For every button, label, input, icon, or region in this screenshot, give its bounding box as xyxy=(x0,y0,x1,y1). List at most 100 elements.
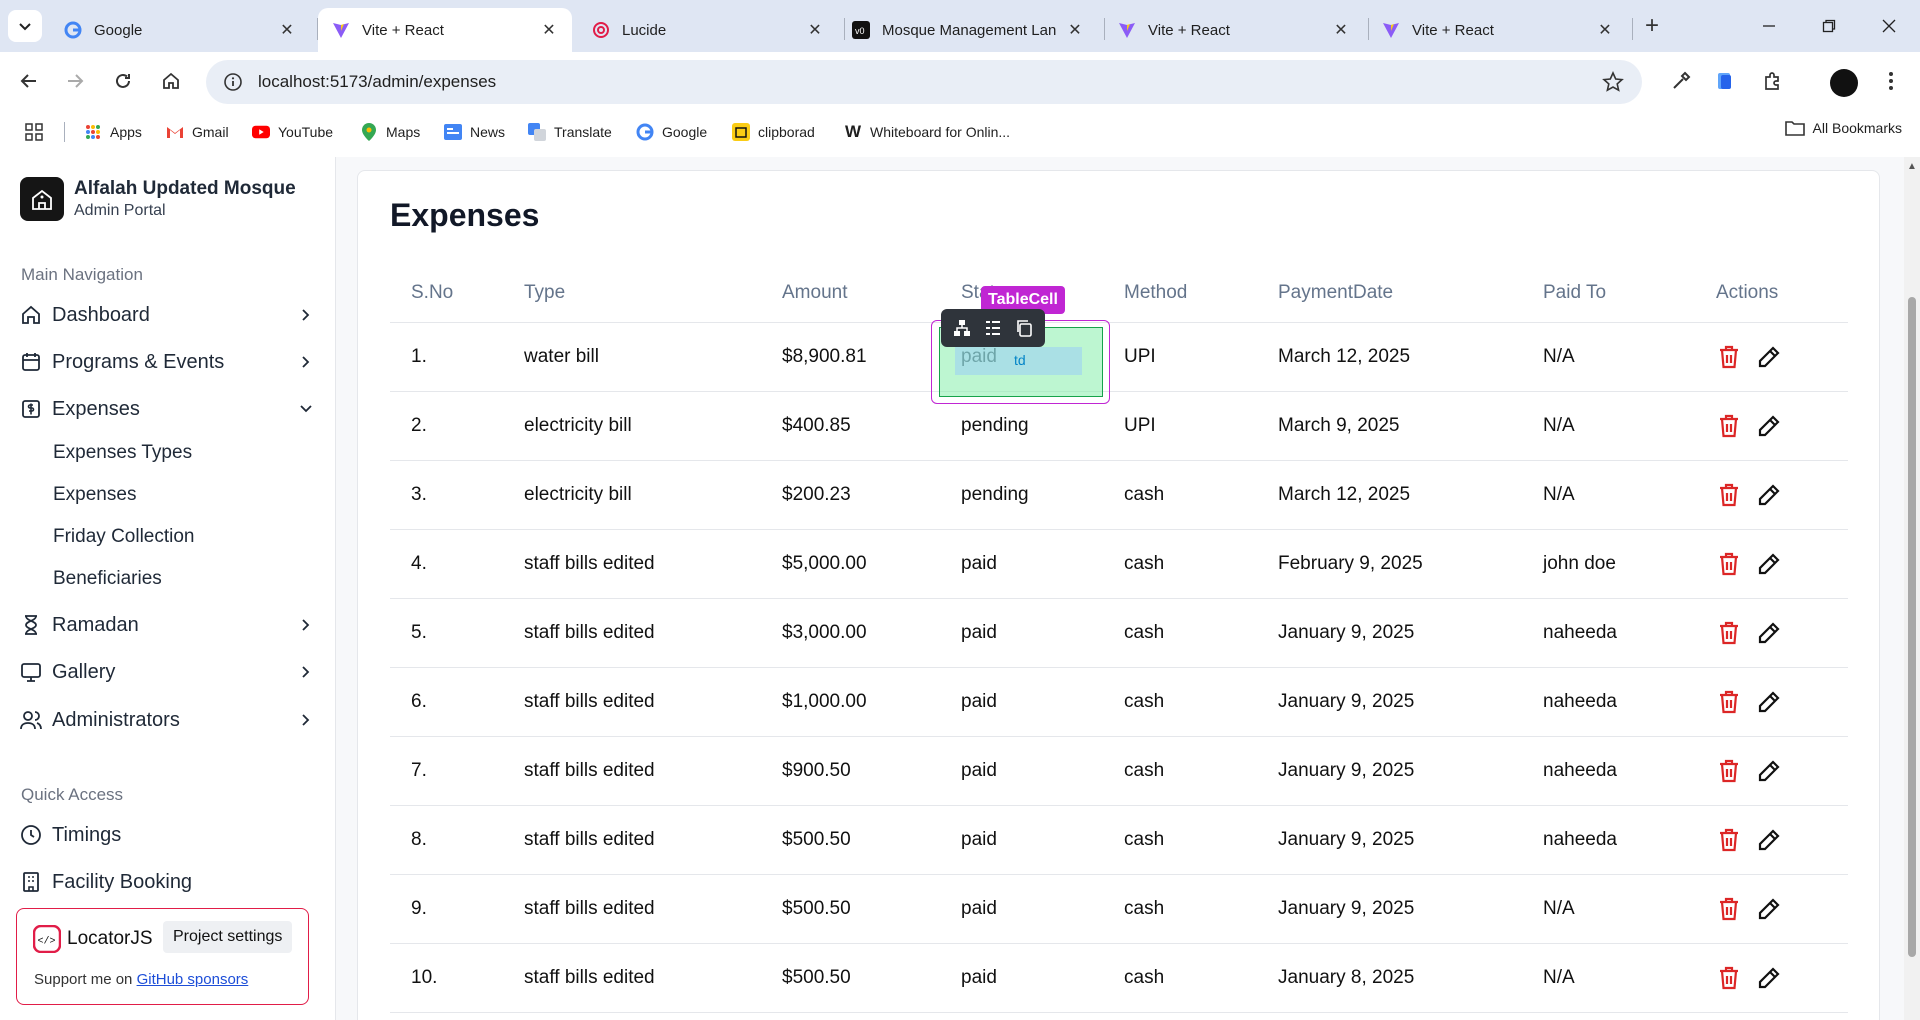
new-tab-plus-icon[interactable]: + xyxy=(1638,12,1666,40)
reload-icon[interactable] xyxy=(106,64,140,98)
bookmark-clipborad[interactable]: clipborad xyxy=(732,120,815,144)
delete-trash-icon[interactable] xyxy=(1716,896,1742,922)
main-navigation-label: Main Navigation xyxy=(21,265,143,284)
sidebar-item-ramadan[interactable]: Ramadan xyxy=(20,607,316,643)
edit-pencil-icon[interactable] xyxy=(1756,482,1782,508)
cell-status: paid xyxy=(940,805,1103,875)
brand[interactable]: Alfalah Updated Mosque Admin Portal xyxy=(20,177,296,221)
apps-grid-icon[interactable] xyxy=(24,120,44,144)
tab-vite-react-2[interactable]: Vite + React ✕ xyxy=(1104,8,1364,52)
edit-pencil-icon[interactable] xyxy=(1756,413,1782,439)
sidebar-item-dashboard[interactable]: Dashboard xyxy=(20,297,316,333)
close-tab-icon[interactable]: ✕ xyxy=(806,21,824,39)
edit-pencil-icon[interactable] xyxy=(1756,758,1782,784)
edit-pencil-icon[interactable] xyxy=(1756,896,1782,922)
extension-clipboard-icon[interactable] xyxy=(1710,66,1740,96)
back-arrow-icon[interactable] xyxy=(12,64,46,98)
bookmark-whiteboard[interactable]: W Whiteboard for Onlin... xyxy=(844,120,1010,144)
bookmark-star-icon[interactable] xyxy=(1602,71,1624,98)
edit-pencil-icon[interactable] xyxy=(1756,689,1782,715)
bookmark-gmail[interactable]: Gmail xyxy=(166,120,229,144)
more-menu-icon[interactable] xyxy=(1876,66,1906,96)
edit-pencil-icon[interactable] xyxy=(1756,620,1782,646)
project-settings-button[interactable]: Project settings xyxy=(163,921,293,953)
window-close-icon[interactable] xyxy=(1866,10,1912,42)
sidebar-item-programs-events[interactable]: Programs & Events xyxy=(20,344,316,380)
props-list-icon[interactable] xyxy=(984,319,1002,337)
eyedropper-icon[interactable] xyxy=(1666,66,1696,96)
tab-google[interactable]: Google ✕ xyxy=(50,8,310,52)
restore-icon[interactable] xyxy=(1806,10,1852,42)
sidebar-subitem-expenses-types[interactable]: Expenses Types xyxy=(53,442,192,464)
component-tree-icon[interactable] xyxy=(953,319,971,337)
cell-actions xyxy=(1695,322,1848,392)
delete-trash-icon[interactable] xyxy=(1716,758,1742,784)
edit-pencil-icon[interactable] xyxy=(1756,965,1782,991)
cell-actions xyxy=(1695,529,1848,599)
all-bookmarks[interactable]: All Bookmarks xyxy=(1784,120,1902,136)
tab-vite-react-3[interactable]: Vite + React ✕ xyxy=(1368,8,1628,52)
forward-arrow-icon[interactable] xyxy=(58,64,92,98)
cell-method: cash xyxy=(1103,736,1257,806)
minimize-icon[interactable] xyxy=(1746,10,1792,42)
cell-actions xyxy=(1695,943,1848,1013)
tab-mosque-management[interactable]: v0 Mosque Management Lan ✕ xyxy=(838,8,1098,52)
delete-trash-icon[interactable] xyxy=(1716,551,1742,577)
sidebar-item-expenses[interactable]: Expenses xyxy=(20,391,316,427)
sidebar-subitem-expenses[interactable]: Expenses xyxy=(53,484,136,506)
scrollbar-thumb[interactable] xyxy=(1908,297,1916,957)
bookmark-google[interactable]: Google xyxy=(636,120,707,144)
tab-vite-react-active[interactable]: Vite + React ✕ xyxy=(318,8,572,52)
bookmark-maps[interactable]: Maps xyxy=(360,120,420,144)
bookmark-youtube[interactable]: YouTube xyxy=(252,120,333,144)
home-icon[interactable] xyxy=(154,64,188,98)
sidebar-item-timings[interactable]: Timings xyxy=(20,817,316,853)
delete-trash-icon[interactable] xyxy=(1716,482,1742,508)
delete-trash-icon[interactable] xyxy=(1716,413,1742,439)
tab-title: Vite + React xyxy=(362,21,444,39)
cell-method: cash xyxy=(1103,529,1257,599)
github-sponsors-link[interactable]: GitHub sponsors xyxy=(137,971,249,988)
edit-pencil-icon[interactable] xyxy=(1756,827,1782,853)
extensions-puzzle-icon[interactable] xyxy=(1758,66,1788,96)
bookmark-label: Whiteboard for Onlin... xyxy=(870,124,1011,140)
site-info-icon[interactable] xyxy=(222,71,244,93)
delete-trash-icon[interactable] xyxy=(1716,620,1742,646)
address-bar[interactable]: localhost:5173/admin/expenses xyxy=(206,60,1642,104)
cell-amount: $8,900.81 xyxy=(761,322,940,392)
delete-trash-icon[interactable] xyxy=(1716,344,1742,370)
edit-pencil-icon[interactable] xyxy=(1756,344,1782,370)
bookmark-apps[interactable]: Apps xyxy=(84,120,142,144)
cell-paid-to: naheeda xyxy=(1522,805,1695,875)
sidebar-item-gallery[interactable]: Gallery xyxy=(20,654,316,690)
close-tab-icon[interactable]: ✕ xyxy=(1596,21,1614,39)
sidebar-item-facility-booking[interactable]: Facility Booking xyxy=(20,864,316,900)
profile-avatar[interactable] xyxy=(1830,69,1858,97)
close-tab-icon[interactable]: ✕ xyxy=(278,21,296,39)
cell-payment-date: February 9, 2025 xyxy=(1257,529,1522,599)
sidebar-subitem-beneficiaries[interactable]: Beneficiaries xyxy=(53,568,162,590)
sidebar-item-administrators[interactable]: Administrators xyxy=(20,702,316,738)
edit-pencil-icon[interactable] xyxy=(1756,551,1782,577)
bookmark-translate[interactable]: Translate xyxy=(528,120,612,144)
close-tab-icon[interactable]: ✕ xyxy=(540,21,558,39)
cell-status: pending xyxy=(940,460,1103,530)
close-tab-icon[interactable]: ✕ xyxy=(1332,21,1350,39)
sidebar-subitem-friday-collection[interactable]: Friday Collection xyxy=(53,526,195,548)
tab-title: Vite + React xyxy=(1412,21,1494,39)
delete-trash-icon[interactable] xyxy=(1716,827,1742,853)
cell-type: staff bills edited xyxy=(503,736,761,806)
tab-search-button[interactable] xyxy=(8,10,42,42)
tab-lucide[interactable]: Lucide ✕ xyxy=(578,8,838,52)
bookmark-news[interactable]: News xyxy=(444,120,505,144)
chevron-down-icon xyxy=(296,399,316,419)
clipboard-icon xyxy=(732,123,750,141)
close-tab-icon[interactable]: ✕ xyxy=(1066,21,1084,39)
locatorjs-brand: </> LocatorJS xyxy=(33,925,153,953)
delete-trash-icon[interactable] xyxy=(1716,965,1742,991)
page-scrollbar[interactable]: ▲ xyxy=(1904,157,1920,1020)
scroll-up-arrow-icon[interactable]: ▲ xyxy=(1907,161,1917,172)
column-header-actions: Actions xyxy=(1695,264,1848,323)
copy-icon[interactable] xyxy=(1015,319,1033,337)
delete-trash-icon[interactable] xyxy=(1716,689,1742,715)
